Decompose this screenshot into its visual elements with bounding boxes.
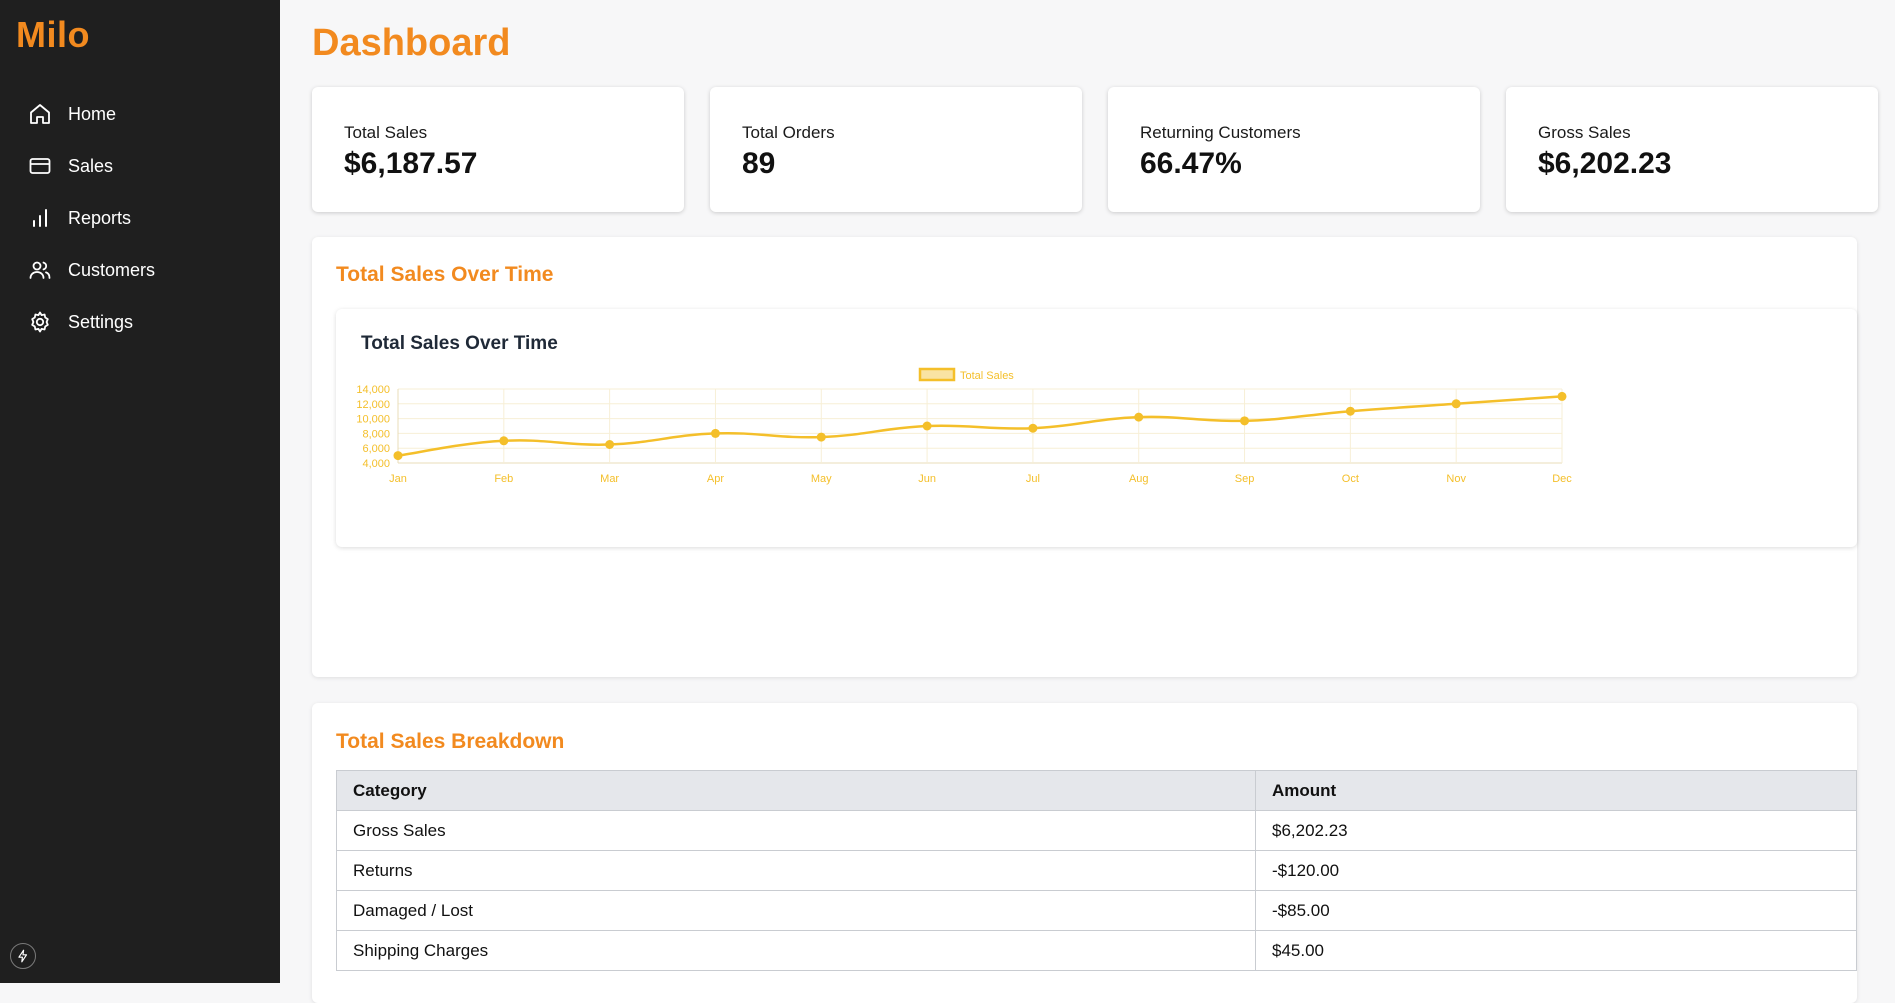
y-tick-label: 10,000 bbox=[356, 414, 390, 426]
y-tick-label: 8,000 bbox=[362, 428, 390, 440]
category-cell: Gross Sales bbox=[336, 810, 1256, 851]
stat-value: $6,202.23 bbox=[1538, 147, 1672, 180]
legend-label: Total Sales bbox=[960, 370, 1014, 382]
sidebar-item-reports[interactable]: Reports bbox=[0, 192, 280, 244]
data-point bbox=[499, 436, 509, 446]
data-point bbox=[710, 428, 720, 438]
x-tick-label: Mar bbox=[600, 473, 619, 485]
table-row: Damaged / Lost -$85.00 bbox=[336, 890, 1857, 931]
home-icon bbox=[28, 102, 52, 126]
data-point bbox=[1345, 406, 1355, 416]
x-tick-label: Jan bbox=[389, 473, 407, 485]
sidebar-item-label: Settings bbox=[68, 311, 134, 332]
panel-title: Total Sales Breakdown bbox=[336, 730, 565, 753]
amount-cell: -$85.00 bbox=[1255, 890, 1857, 931]
stat-label: Returning Customers bbox=[1140, 123, 1301, 142]
stat-card-gross-sales: Gross Sales $6,202.23 bbox=[1506, 87, 1878, 212]
sidebar-item-label: Customers bbox=[68, 259, 156, 280]
x-tick-label: Oct bbox=[1342, 473, 1359, 485]
y-tick-label: 4,000 bbox=[362, 458, 390, 470]
app-logo[interactable]: Milo bbox=[16, 14, 90, 56]
sidebar-item-label: Sales bbox=[68, 155, 114, 176]
data-point bbox=[1557, 391, 1567, 401]
main-content: Dashboard Total Sales $6,187.57 Total Or… bbox=[280, 0, 1895, 1003]
legend-swatch bbox=[918, 367, 956, 382]
data-point bbox=[922, 421, 932, 431]
sidebar-item-home[interactable]: Home bbox=[0, 88, 280, 140]
stat-card-total-sales: Total Sales $6,187.57 bbox=[312, 87, 684, 212]
stat-label: Total Sales bbox=[344, 123, 428, 142]
x-tick-label: Aug bbox=[1129, 473, 1149, 485]
sales-breakdown-panel: Total Sales Breakdown Category Amount Gr… bbox=[312, 703, 1857, 1003]
stat-card-total-orders: Total Orders 89 bbox=[710, 87, 1082, 212]
stat-value: 89 bbox=[742, 147, 776, 180]
sidebar-nav: Home Sales Reports Customers Settings bbox=[0, 88, 280, 348]
table-row: Returns -$120.00 bbox=[336, 850, 1857, 891]
sidebar-item-settings[interactable]: Settings bbox=[0, 296, 280, 348]
data-point bbox=[1028, 423, 1038, 433]
stat-label: Gross Sales bbox=[1538, 123, 1631, 142]
x-tick-label: Apr bbox=[707, 473, 724, 485]
page-title: Dashboard bbox=[312, 22, 511, 64]
data-point bbox=[1240, 416, 1250, 426]
series-line-total-sales bbox=[397, 395, 1563, 457]
x-tick-label: May bbox=[811, 473, 832, 485]
x-tick-label: Jul bbox=[1026, 473, 1040, 485]
column-header-category: Category bbox=[336, 770, 1256, 811]
credit-card-icon bbox=[28, 154, 52, 178]
amount-cell: $45.00 bbox=[1255, 930, 1857, 971]
panel-title: Total Sales Over Time bbox=[336, 263, 554, 286]
sales-over-time-panel: Total Sales Over Time Total Sales Over T… bbox=[312, 237, 1857, 677]
users-icon bbox=[28, 258, 52, 282]
bolt-button[interactable] bbox=[10, 943, 36, 969]
data-point bbox=[393, 451, 403, 461]
x-tick-label: Jun bbox=[918, 473, 936, 485]
category-cell: Returns bbox=[336, 850, 1256, 891]
stat-card-returning-customers: Returning Customers 66.47% bbox=[1108, 87, 1480, 212]
y-tick-label: 14,000 bbox=[356, 384, 390, 396]
gear-icon bbox=[28, 310, 52, 334]
x-tick-label: Sep bbox=[1235, 473, 1255, 485]
sales-line-chart: 14,000 12,000 10,000 8,000 6,000 4,000 Jan Feb M… bbox=[356, 367, 1572, 485]
column-header-amount: Amount bbox=[1255, 770, 1857, 811]
stat-label: Total Orders bbox=[742, 123, 835, 142]
amount-cell: -$120.00 bbox=[1255, 850, 1857, 891]
table-header-row: Category Amount bbox=[336, 770, 1857, 811]
category-cell: Shipping Charges bbox=[336, 930, 1256, 971]
category-cell: Damaged / Lost bbox=[336, 890, 1256, 931]
data-point bbox=[1451, 399, 1461, 409]
stat-value: $6,187.57 bbox=[344, 147, 478, 180]
data-point bbox=[605, 440, 615, 449]
breakdown-table: Category Amount Gross Sales $6,202.23 Re… bbox=[336, 770, 1857, 971]
bolt-icon bbox=[18, 949, 28, 963]
y-tick-label: 6,000 bbox=[362, 443, 390, 455]
table-row: Gross Sales $6,202.23 bbox=[336, 810, 1857, 851]
bar-chart-icon bbox=[28, 206, 52, 230]
sidebar-item-label: Home bbox=[68, 103, 117, 124]
data-point bbox=[816, 432, 826, 442]
sidebar-item-customers[interactable]: Customers bbox=[0, 244, 280, 296]
x-tick-label: Dec bbox=[1552, 473, 1572, 485]
data-point bbox=[1134, 412, 1144, 422]
stat-value: 66.47% bbox=[1140, 147, 1242, 180]
table-row: Shipping Charges $45.00 bbox=[336, 930, 1857, 971]
sidebar: Milo Home Sales Reports Customers Settin… bbox=[0, 0, 280, 983]
chart-card: Total Sales Over Time 14,000 12,000 10,000… bbox=[336, 309, 1857, 547]
x-tick-label: Feb bbox=[494, 473, 513, 485]
sidebar-item-label: Reports bbox=[68, 207, 132, 228]
amount-cell: $6,202.23 bbox=[1255, 810, 1857, 851]
x-tick-label: Nov bbox=[1446, 473, 1466, 485]
y-tick-label: 12,000 bbox=[356, 399, 390, 411]
sidebar-item-sales[interactable]: Sales bbox=[0, 140, 280, 192]
